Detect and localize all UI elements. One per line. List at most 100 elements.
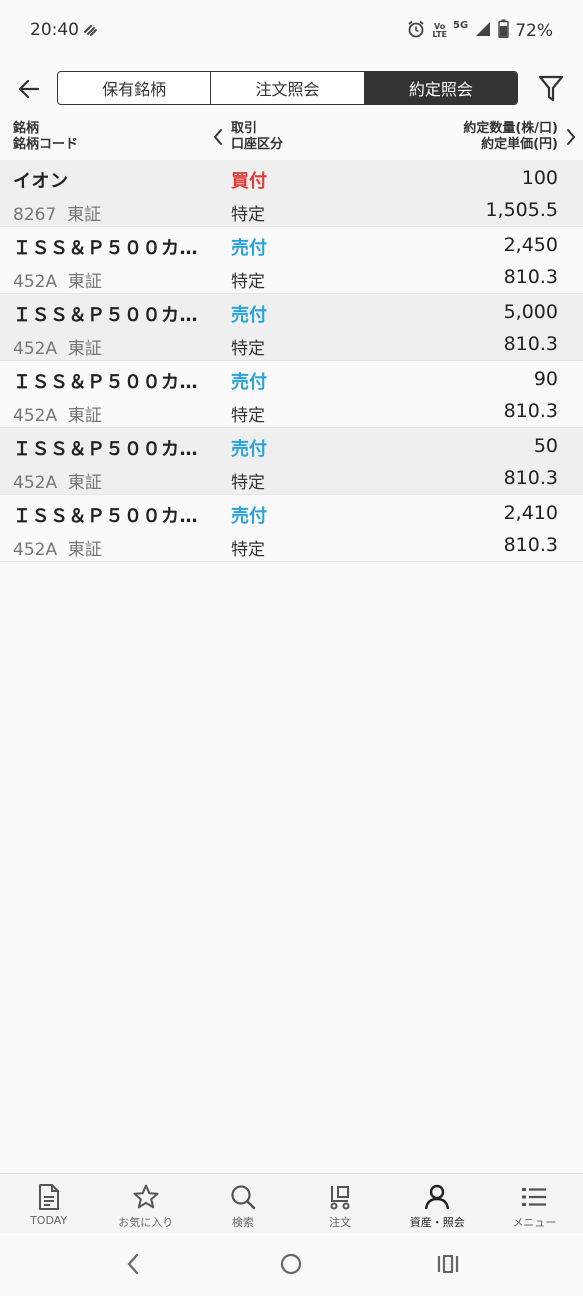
table-row[interactable]: イオン 8267 東証 買付 特定 100 1,505.5	[0, 160, 583, 227]
back-button[interactable]	[14, 74, 44, 104]
battery-icon	[498, 19, 509, 43]
system-back-icon	[127, 1253, 139, 1275]
document-icon	[34, 1182, 64, 1212]
nav-label: TODAY	[30, 1214, 68, 1227]
tab-execution-inquiry[interactable]: 約定照会	[364, 72, 517, 104]
stock-code: 8267 東証	[13, 200, 101, 225]
back-arrow-icon	[18, 79, 40, 99]
system-home-icon	[280, 1253, 302, 1275]
column-qty-label: 約定数量(株/口)	[463, 121, 558, 136]
market: 東証	[67, 339, 102, 359]
network-type: 5G	[453, 20, 469, 31]
nav-label: メニュー	[512, 1216, 557, 1229]
star-icon	[131, 1182, 161, 1212]
battery-percent: 72%	[515, 21, 553, 41]
stock-name: ＩＳＳ＆Ｐ５００カ…	[13, 372, 198, 393]
top-header: 保有銘柄 注文照会 約定照会	[0, 62, 583, 114]
stock-name: ＩＳＳ＆Ｐ５００カ…	[13, 439, 198, 460]
market: 東証	[67, 540, 102, 560]
status-icons: Vo LTE 5G 72%	[406, 19, 553, 43]
stock-name: イオン	[13, 171, 69, 192]
filter-button[interactable]	[535, 73, 567, 105]
code-number: 452A	[13, 473, 58, 493]
account-type: 特定	[231, 473, 265, 493]
executed-price: 810.3	[503, 400, 558, 422]
stock-code: 452A 東証	[13, 334, 102, 359]
table-row[interactable]: ＩＳＳ＆Ｐ５００カ… 452A 東証 売付 特定 2,410 810.3	[0, 495, 583, 562]
nav-menu[interactable]: メニュー	[486, 1174, 583, 1233]
code-number: 452A	[13, 272, 58, 292]
executed-quantity: 100	[521, 167, 558, 189]
table-row[interactable]: ＩＳＳ＆Ｐ５００カ… 452A 東証 売付 特定 50 810.3	[0, 428, 583, 495]
trade-side: 買付	[231, 171, 267, 192]
column-code-label: 銘柄コード	[13, 137, 79, 152]
wifi-calling-icon	[82, 21, 98, 41]
tab-holdings[interactable]: 保有銘柄	[58, 72, 212, 104]
bottom-nav: TODAY お気に入り 検索 注文 資産・照会 メニュー	[0, 1173, 583, 1233]
code-number: 452A	[13, 540, 58, 560]
stock-name: ＩＳＳ＆Ｐ５００カ…	[13, 506, 198, 527]
executed-price: 810.3	[503, 534, 558, 556]
account-type: 特定	[231, 406, 265, 426]
app-screen: 20:40 Vo LTE 5G 72% 保有銘柄 注文照会 約定照会 銘柄 銘柄…	[0, 0, 583, 1296]
nav-label: お気に入り	[118, 1216, 174, 1229]
system-recents-button[interactable]	[433, 1249, 463, 1279]
nav-favorites[interactable]: お気に入り	[97, 1174, 194, 1233]
column-name: 銘柄 銘柄コード	[13, 121, 78, 153]
code-number: 452A	[13, 339, 58, 359]
executed-price: 810.3	[503, 266, 558, 288]
column-execution: 約定数量(株/口) 約定単価(円)	[463, 121, 558, 153]
filter-icon	[538, 75, 564, 102]
market: 東証	[67, 473, 102, 493]
nav-order[interactable]: 注文	[292, 1174, 389, 1233]
prev-column-chevron-icon[interactable]	[212, 128, 224, 150]
column-price-label: 約定単価(円)	[481, 137, 558, 152]
menu-list-icon	[519, 1182, 549, 1212]
stock-name: ＩＳＳ＆Ｐ５００カ…	[13, 305, 198, 326]
nav-label: 資産・照会	[409, 1216, 465, 1229]
table-row[interactable]: ＩＳＳ＆Ｐ５００カ… 452A 東証 売付 特定 5,000 810.3	[0, 294, 583, 361]
nav-today[interactable]: TODAY	[0, 1174, 97, 1233]
volte-bottom-label: LTE	[432, 30, 448, 39]
view-switcher: 保有銘柄 注文照会 約定照会	[57, 71, 518, 105]
nav-assets-inquiry[interactable]: 資産・照会	[389, 1174, 486, 1233]
stock-code: 452A 東証	[13, 267, 102, 292]
account-type: 特定	[231, 339, 265, 359]
stock-code: 452A 東証	[13, 468, 102, 493]
person-icon	[422, 1182, 452, 1212]
signal-strength-icon	[474, 20, 492, 43]
column-account-label: 口座区分	[231, 137, 284, 152]
tab-order-inquiry[interactable]: 注文照会	[211, 72, 365, 104]
column-name-label: 銘柄	[13, 121, 40, 136]
stock-code: 452A 東証	[13, 401, 102, 426]
executed-quantity: 2,450	[503, 234, 558, 256]
executed-price: 810.3	[503, 467, 558, 489]
execution-list: イオン 8267 東証 買付 特定 100 1,505.5 ＩＳＳ＆Ｐ５００カ……	[0, 160, 583, 562]
trade-side: 売付	[231, 506, 267, 527]
volte-indicator: Vo LTE	[432, 23, 447, 39]
alarm-icon	[406, 19, 426, 44]
table-row[interactable]: ＩＳＳ＆Ｐ５００カ… 452A 東証 売付 特定 90 810.3	[0, 361, 583, 428]
trade-side: 売付	[231, 439, 267, 460]
system-nav-bar	[0, 1233, 583, 1296]
system-back-button[interactable]	[118, 1249, 148, 1279]
executed-quantity: 2,410	[503, 502, 558, 524]
market: 東証	[67, 406, 102, 426]
account-type: 特定	[231, 272, 265, 292]
cart-icon	[325, 1182, 355, 1212]
account-type: 特定	[231, 205, 265, 225]
account-type: 特定	[231, 540, 265, 560]
nav-label: 注文	[329, 1216, 352, 1229]
next-column-chevron-icon[interactable]	[565, 128, 577, 150]
nav-search[interactable]: 検索	[194, 1174, 291, 1233]
executed-price: 1,505.5	[485, 199, 558, 221]
system-home-button[interactable]	[276, 1249, 306, 1279]
system-recents-icon	[437, 1254, 459, 1274]
trade-side: 売付	[231, 305, 267, 326]
status-bar: 20:40 Vo LTE 5G 72%	[0, 0, 583, 62]
table-row[interactable]: ＩＳＳ＆Ｐ５００カ… 452A 東証 売付 特定 2,450 810.3	[0, 227, 583, 294]
column-trade-label: 取引	[231, 121, 258, 136]
executed-quantity: 5,000	[503, 301, 558, 323]
trade-side: 売付	[231, 238, 267, 259]
executed-quantity: 50	[533, 435, 558, 457]
